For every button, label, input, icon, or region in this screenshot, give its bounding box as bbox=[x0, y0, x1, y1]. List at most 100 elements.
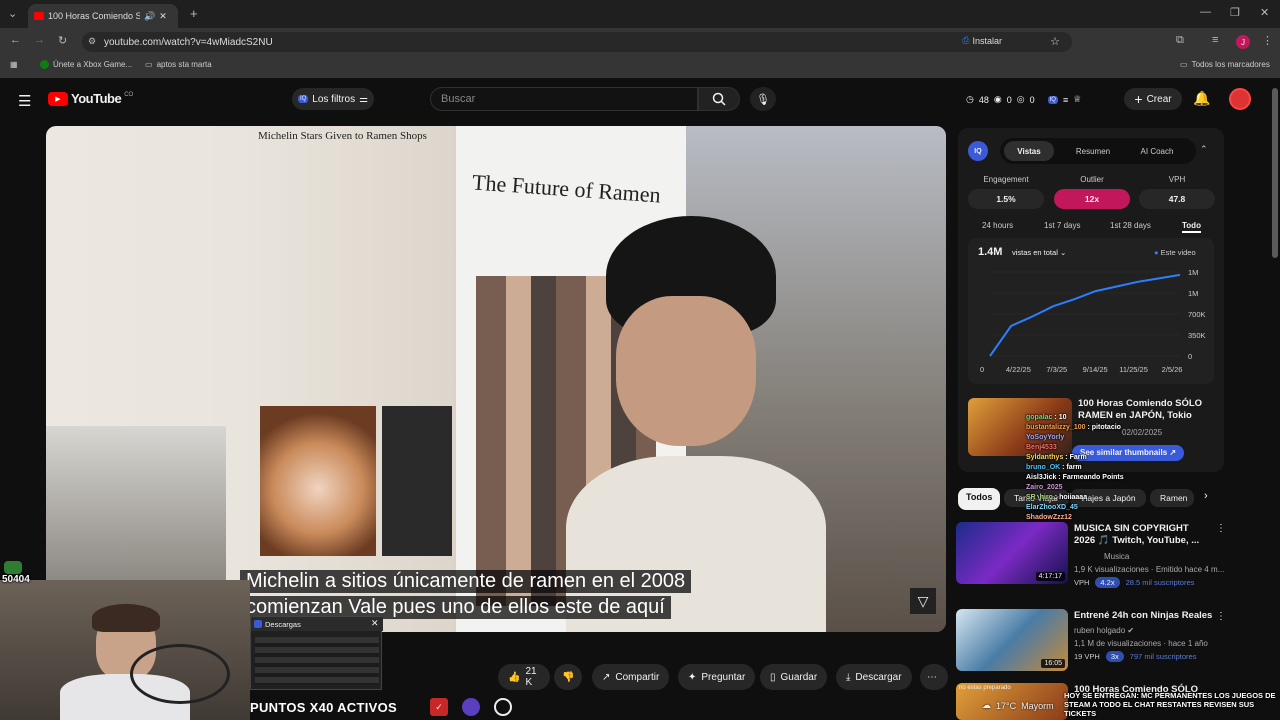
tab-vistas[interactable]: Vistas bbox=[1004, 141, 1054, 161]
dislike-button[interactable]: 👎 bbox=[554, 664, 582, 690]
chart-y-tick: 700K bbox=[1188, 310, 1206, 319]
share-button[interactable]: ↗ Compartir bbox=[592, 664, 670, 690]
ask-button[interactable]: ✦ Preguntar bbox=[678, 664, 756, 690]
profile-avatar[interactable]: J bbox=[1236, 35, 1250, 49]
recommended-menu-icon[interactable]: ⋮ bbox=[1216, 611, 1226, 622]
subscriber-count: 28.5 mil suscriptores bbox=[1125, 578, 1195, 587]
media-control-icon[interactable]: ≡ bbox=[1212, 34, 1218, 46]
poster-kitchen-photo bbox=[382, 406, 452, 556]
audio-icon[interactable]: 🔊 bbox=[144, 11, 155, 22]
bookmark-folder-aptos[interactable]: ▭ aptos sta marta bbox=[145, 60, 212, 69]
logo-text: YouTube bbox=[71, 91, 122, 106]
outlier-ratio: 4.2x bbox=[1095, 577, 1120, 588]
recommended-thumbnail-2[interactable]: 16:05 bbox=[956, 609, 1068, 671]
chips-next-icon[interactable]: › bbox=[1204, 490, 1208, 502]
range-24h[interactable]: 24 hours bbox=[982, 221, 1013, 230]
minimize-icon[interactable]: — bbox=[1200, 6, 1211, 18]
taskbar-app-icon-3[interactable] bbox=[494, 698, 512, 716]
chat-text: Farmeando Points bbox=[1062, 474, 1124, 481]
like-button[interactable]: 👍 21 K bbox=[498, 664, 550, 690]
youtube-logo[interactable]: ▶ YouTube CO bbox=[48, 91, 133, 106]
user-avatar[interactable] bbox=[1229, 88, 1251, 110]
downloads-close-icon[interactable]: ✕ bbox=[371, 618, 379, 629]
voice-search-button[interactable]: 🎙 bbox=[750, 87, 776, 111]
vph-value: VPH bbox=[1074, 578, 1090, 587]
search-icon bbox=[712, 92, 726, 106]
tab-resumen[interactable]: Resumen bbox=[1066, 141, 1120, 161]
download-button[interactable]: ⤓ Descargar bbox=[836, 664, 912, 690]
browser-tab-youtube[interactable]: 100 Horas Comiendo SÓL 🔊 ✕ bbox=[28, 4, 178, 28]
page-scrollbar[interactable] bbox=[1272, 88, 1278, 258]
bookmarks-bar: ▦ Únete a Xbox Game... ▭ aptos sta marta… bbox=[0, 56, 1280, 78]
range-28d[interactable]: 1st 28 days bbox=[1110, 221, 1151, 230]
like-count: 21 K bbox=[525, 666, 537, 688]
install-label: Instalar bbox=[972, 35, 1002, 46]
trophy-icon[interactable]: ♕ bbox=[1073, 94, 1081, 105]
channel-watermark-icon[interactable]: ▽ bbox=[910, 588, 936, 614]
back-icon[interactable]: ← bbox=[10, 34, 21, 46]
sparkle-icon: ✦ bbox=[688, 671, 697, 683]
recommended-title-1[interactable]: MUSICA SIN COPYRIGHT 2026 🎵 Twitch, YouT… bbox=[1074, 523, 1210, 547]
new-tab-icon[interactable]: + bbox=[190, 6, 198, 21]
poster-center: Michelin Stars Given to Ramen Shops bbox=[258, 126, 468, 396]
tab-close-icon[interactable]: ✕ bbox=[159, 11, 167, 22]
forward-icon[interactable]: → bbox=[34, 34, 45, 46]
range-7d[interactable]: 1st 7 days bbox=[1044, 221, 1080, 230]
notifications-bell-icon[interactable]: 🔔 bbox=[1193, 90, 1210, 107]
poster-photo-street bbox=[46, 426, 226, 586]
create-button[interactable]: + Crear bbox=[1124, 88, 1182, 110]
recommended-channel-2[interactable]: ruben holgado ✔ bbox=[1074, 626, 1134, 635]
chip-todos[interactable]: Todos bbox=[958, 488, 1001, 510]
poster-heading: The Future of Ramen bbox=[471, 169, 662, 208]
save-button[interactable]: ▯ Guardar bbox=[760, 664, 828, 690]
taskbar-app-icon-2[interactable] bbox=[462, 698, 480, 716]
chat-username: Aisl3Jick bbox=[1026, 474, 1057, 481]
recommended-thumbnail-1[interactable]: 4:17:17 bbox=[956, 522, 1068, 584]
search-input[interactable]: Buscar bbox=[430, 87, 698, 111]
subtitle-line-1: Michelin a sitios únicamente de ramen en… bbox=[240, 570, 692, 593]
video-player[interactable]: Michelin Stars Given to Ramen Shops The … bbox=[46, 126, 946, 632]
bookmark-xbox[interactable]: Únete a Xbox Game... bbox=[40, 60, 132, 69]
close-window-icon[interactable]: ✕ bbox=[1260, 6, 1269, 19]
chat-username: Benj4533 bbox=[1026, 444, 1057, 451]
more-icon: ⋯ bbox=[927, 671, 937, 683]
chip-ramen[interactable]: Ramen bbox=[1150, 489, 1194, 507]
folder-icon: ▭ bbox=[145, 60, 153, 69]
hamburger-menu-icon[interactable]: ☰ bbox=[18, 92, 31, 110]
chat-message: Aisl3Jick : Farmeando Points bbox=[1026, 474, 1124, 481]
install-button[interactable]: ⎙ Instalar bbox=[962, 35, 1002, 46]
downloads-title-bar: Descargas bbox=[251, 617, 383, 631]
range-all[interactable]: Todo bbox=[1182, 221, 1201, 233]
chrome-menu-icon[interactable]: ⋮ bbox=[1262, 34, 1273, 47]
filters-button[interactable]: IQ Los filtros ⚌ bbox=[292, 88, 374, 110]
address-bar[interactable]: ⚙ youtube.com/watch?v=4wMiadcS2NU ⎙ Inst… bbox=[82, 32, 1072, 52]
chat-message: Syldanthys : Farm bbox=[1026, 454, 1087, 461]
recommended-channel-1[interactable]: Musica bbox=[1104, 552, 1129, 561]
download-icon: ⤓ bbox=[846, 671, 851, 683]
search-button[interactable] bbox=[698, 87, 740, 111]
tab-list-icon[interactable]: ⌄ bbox=[8, 7, 17, 20]
xbox-icon bbox=[40, 60, 49, 69]
recommended-stats-1: VPH 4.2x 28.5 mil suscriptores bbox=[1074, 577, 1194, 588]
tab-ai-coach[interactable]: AI Coach bbox=[1130, 141, 1184, 161]
video-duration: 16:05 bbox=[1041, 659, 1065, 668]
recommended-menu-icon[interactable]: ⋮ bbox=[1216, 523, 1226, 534]
list-icon[interactable]: ≡ bbox=[1063, 95, 1068, 105]
bookmark-star-icon[interactable]: ☆ bbox=[1050, 35, 1060, 48]
apps-icon[interactable]: ▦ bbox=[10, 60, 18, 69]
extensions-icon[interactable]: ⧉ bbox=[1176, 34, 1184, 47]
reload-icon[interactable]: ↻ bbox=[58, 34, 67, 47]
stat-a: 48 bbox=[978, 94, 989, 105]
chat-message: SR_hiro : hoiiaaaa bbox=[1026, 494, 1088, 501]
points-counter: 50404 bbox=[2, 574, 30, 585]
all-bookmarks[interactable]: ▭ Todos los marcadores bbox=[1180, 60, 1270, 69]
chat-username: gopalac bbox=[1026, 414, 1053, 421]
taskbar-app-icon-1[interactable]: ✓ bbox=[430, 698, 448, 716]
more-actions-button[interactable]: ⋯ bbox=[920, 664, 948, 690]
collapse-chevron-icon[interactable]: ⌃ bbox=[1200, 144, 1208, 155]
site-info-icon[interactable]: ⚙ bbox=[88, 36, 96, 47]
iq-extension-icon[interactable]: IQ bbox=[1047, 95, 1058, 104]
maximize-icon[interactable]: ❐ bbox=[1230, 6, 1240, 19]
recommended-title-2[interactable]: Entrené 24h con Ninjas Reales bbox=[1074, 610, 1214, 622]
points-banner: PUNTOS X40 ACTIVOS bbox=[250, 700, 397, 715]
